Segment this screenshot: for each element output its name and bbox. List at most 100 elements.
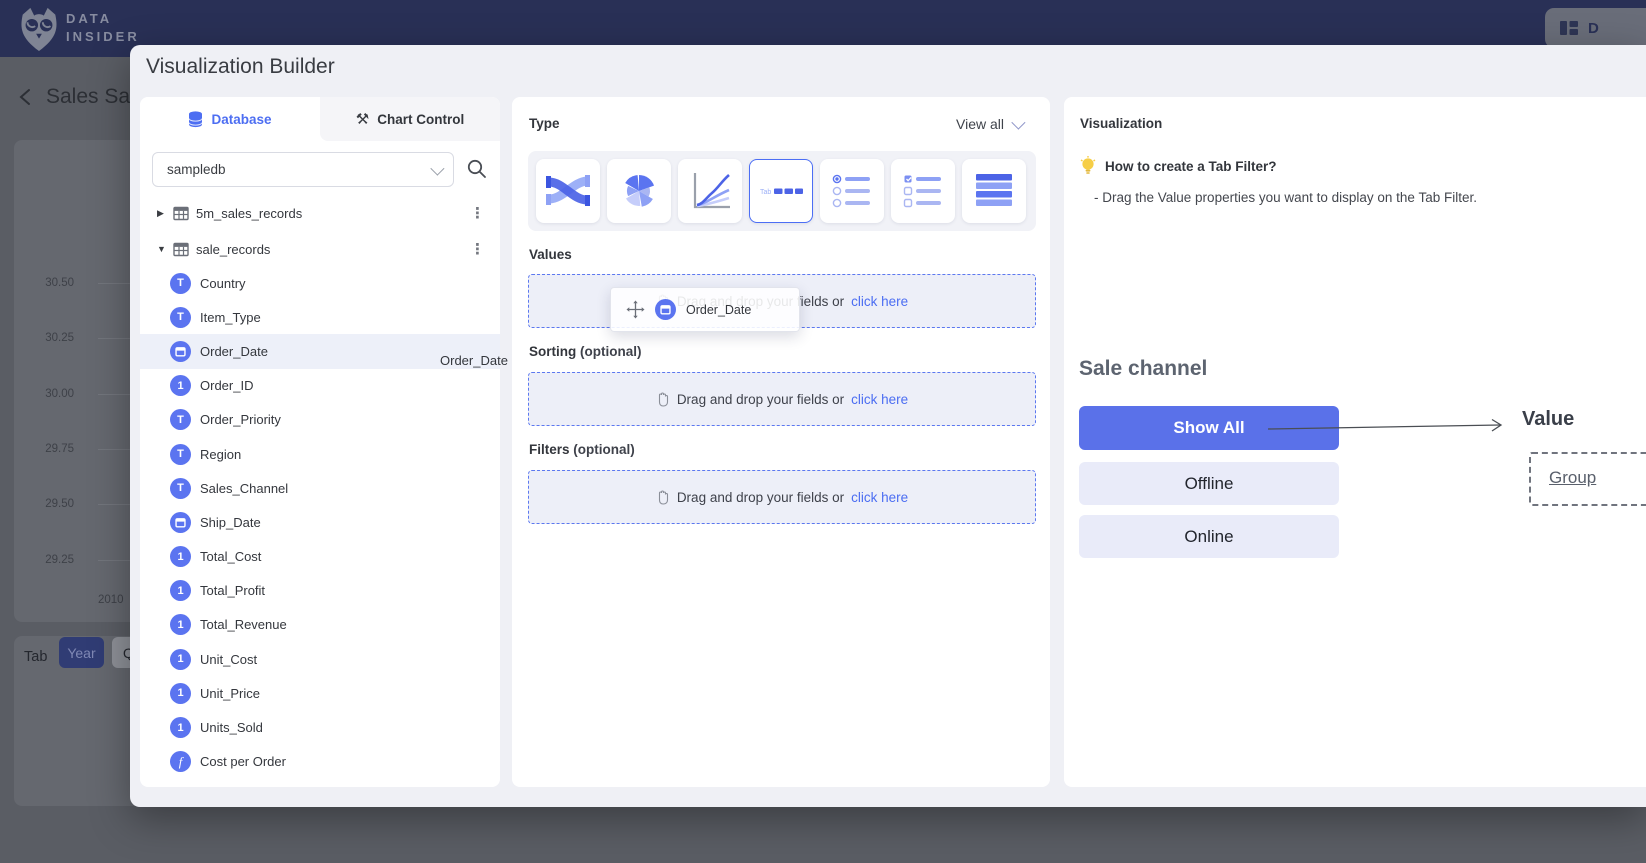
chart-y-tick-label: 29.50 <box>24 498 74 510</box>
field-name: Unit_Price <box>200 686 260 701</box>
move-icon <box>626 300 645 319</box>
search-icon[interactable] <box>466 158 488 180</box>
field-row[interactable]: 1 Total_Cost <box>140 540 500 574</box>
preview-online-button[interactable]: Online <box>1079 515 1339 558</box>
visualization-builder-modal: Visualization Builder Database ⚒ Chart C… <box>130 45 1646 807</box>
chevron-down-icon <box>1011 116 1025 130</box>
kebab-menu-icon[interactable]: ⋮ <box>470 204 485 222</box>
function-field-icon: f <box>170 751 191 772</box>
field-list: T Country T Item_Type Order_Date 1 Order… <box>140 266 500 779</box>
table-name: sale_records <box>196 242 270 257</box>
field-name: Sales_Channel <box>200 481 288 496</box>
table-icon <box>173 206 189 221</box>
chart-x-tick: 2010 <box>98 594 124 606</box>
dropzone-click-here-link[interactable]: click here <box>851 392 908 407</box>
dragged-field-card[interactable]: Order_Date <box>610 287 800 332</box>
field-row[interactable]: T Item_Type <box>140 300 500 334</box>
field-name: Total_Cost <box>200 549 261 564</box>
dropzone-click-here-link[interactable]: click here <box>851 490 908 505</box>
number-field-icon: 1 <box>170 580 191 601</box>
field-row[interactable]: T Country <box>140 266 500 300</box>
chart-type-pie[interactable] <box>607 159 671 223</box>
table-row-5m-sales-records[interactable]: ▶ 5m_sales_records ⋮ <box>140 196 500 230</box>
tab-filter-icon: Tab <box>759 169 803 213</box>
brand-name: DATA INSIDER <box>66 10 140 46</box>
granularity-tab-label[interactable]: Tab <box>24 649 47 665</box>
date-field-icon <box>170 341 191 362</box>
tab-database[interactable]: Database <box>140 97 320 141</box>
sorting-dropzone[interactable]: Drag and drop your fields or click here <box>528 372 1036 426</box>
date-field-icon <box>170 512 191 533</box>
dropzone-click-here-link[interactable]: click here <box>851 294 908 309</box>
field-name: Region <box>200 447 241 462</box>
table-name: 5m_sales_records <box>196 206 302 221</box>
text-field-icon: T <box>170 478 191 499</box>
chart-type-checkbox-list[interactable] <box>891 159 955 223</box>
field-row[interactable]: f Cost per Order <box>140 745 500 779</box>
granularity-year-button[interactable]: Year <box>59 637 104 668</box>
tip-body: - Drag the Value properties you want to … <box>1094 190 1477 205</box>
number-field-icon: 1 <box>170 717 191 738</box>
field-row[interactable]: 1 Unit_Cost <box>140 642 500 676</box>
annotation-group-box: Group <box>1529 452 1646 506</box>
field-row[interactable]: 1 Order_ID <box>140 369 500 403</box>
chart-type-radio-list[interactable] <box>820 159 884 223</box>
kebab-menu-icon[interactable]: ⋮ <box>470 240 485 258</box>
type-section-label: Type <box>529 116 560 131</box>
field-name: Item_Type <box>200 310 261 325</box>
grab-hand-icon <box>656 391 670 407</box>
chart-config-panel: Type View all <box>512 97 1050 787</box>
chart-type-sankey[interactable] <box>536 159 600 223</box>
back-arrow-icon[interactable] <box>16 87 34 107</box>
annotation-arrow <box>1268 416 1512 436</box>
dashboard-button-label: D <box>1588 20 1599 37</box>
field-name: Ship_Date <box>200 515 261 530</box>
preview-title: Sale channel <box>1079 357 1207 381</box>
field-name: Total_Profit <box>200 583 265 598</box>
field-row[interactable]: T Order_Priority <box>140 403 500 437</box>
chart-type-line[interactable] <box>678 159 742 223</box>
tools-icon: ⚒ <box>356 110 369 128</box>
owl-logo-icon[interactable] <box>16 5 62 53</box>
preview-offline-button[interactable]: Offline <box>1079 462 1339 505</box>
field-row[interactable]: T Region <box>140 437 500 471</box>
chart-type-tab-filter[interactable]: Tab <box>749 159 813 223</box>
text-field-icon: T <box>170 409 191 430</box>
annotation-group-link[interactable]: Group <box>1549 468 1596 488</box>
chart-y-tick-label: 30.00 <box>24 388 74 400</box>
field-name: Order_Date <box>200 344 268 359</box>
chart-y-tick-label: 29.75 <box>24 443 74 455</box>
number-field-icon: 1 <box>170 546 191 567</box>
field-row[interactable]: T Sales_Channel <box>140 471 500 505</box>
chart-y-tick-label: 30.50 <box>24 277 74 289</box>
datasource-select[interactable]: sampledb <box>152 152 454 187</box>
visualization-header: Visualization <box>1080 116 1162 131</box>
field-row[interactable]: Ship_Date <box>140 505 500 539</box>
database-panel: Database ⚒ Chart Control sampledb ▶ <box>140 97 500 787</box>
dashboard-menu-button[interactable]: D <box>1545 8 1646 48</box>
field-row[interactable]: 1 Total_Revenue <box>140 608 500 642</box>
annotation-value-label: Value <box>1522 408 1574 431</box>
filters-section-label: Filters (optional) <box>529 442 635 457</box>
filters-dropzone[interactable]: Drag and drop your fields or click here <box>528 470 1036 524</box>
chevron-down-icon <box>430 161 444 175</box>
tab-chart-control-label: Chart Control <box>377 112 464 127</box>
caret-right-icon[interactable]: ▶ <box>157 208 169 219</box>
database-icon <box>188 111 203 128</box>
tab-chart-control[interactable]: ⚒ Chart Control <box>320 97 500 141</box>
caret-down-icon[interactable]: ▼ <box>157 244 169 254</box>
chart-y-tick-label: 30.25 <box>24 332 74 344</box>
tip-title: How to create a Tab Filter? <box>1105 159 1277 174</box>
grab-hand-icon <box>656 489 670 505</box>
view-all-dropdown[interactable]: View all <box>956 116 1022 132</box>
modal-title: Visualization Builder <box>146 55 335 79</box>
field-row[interactable]: 1 Units_Sold <box>140 710 500 744</box>
chart-type-table-list[interactable] <box>962 159 1026 223</box>
dropzone-text: Drag and drop your fields or <box>677 392 844 407</box>
field-name: Order_Priority <box>200 412 281 427</box>
table-row-sale-records[interactable]: ▼ sale_records ⋮ <box>140 232 500 266</box>
date-field-icon <box>655 299 676 320</box>
field-row[interactable]: 1 Total_Profit <box>140 574 500 608</box>
dropzone-text: Drag and drop your fields or <box>677 490 844 505</box>
field-row[interactable]: 1 Unit_Price <box>140 676 500 710</box>
